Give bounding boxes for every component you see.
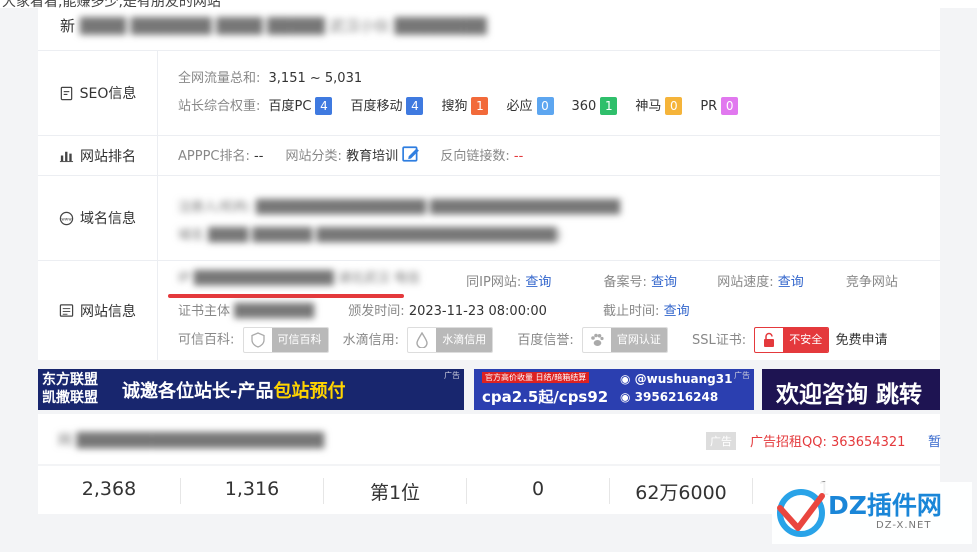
weight-item: 百度PC 4 — [268, 97, 333, 115]
domain-row: www 域名信息 注册人/机构: █████████████████ █████… — [38, 175, 940, 260]
issue-value: 2023-11-23 08:00:00 — [408, 304, 547, 319]
registrant-line: 注册人/机构: █████████████████ ██████████████… — [178, 200, 620, 215]
unlocked-icon — [764, 332, 775, 347]
stat-value: 62万6000 — [635, 482, 727, 504]
banner-1-brand: 东方联盟 凯撒联盟 — [42, 372, 98, 406]
paw-icon — [591, 333, 604, 346]
weight-item: 必应 0 — [506, 97, 554, 115]
dz-logo-icon — [777, 489, 825, 537]
site-row: 网站信息 IP ██████████████ 湖北武汉 电信 同IP网站: 查询… — [38, 260, 940, 360]
weight-badge[interactable]: 0 — [665, 97, 683, 115]
weight-name: 搜狗 — [441, 99, 468, 114]
ssl-badge[interactable]: 不安全 — [754, 327, 830, 353]
stat-value: 0 — [531, 478, 545, 500]
weight-name: 神马 — [635, 99, 662, 114]
weight-item: PR 0 — [700, 97, 739, 115]
ad-tag: 广告 — [706, 432, 736, 450]
red-underline — [168, 294, 404, 298]
bar-chart-icon — [59, 151, 74, 163]
ip-line: IP ██████████████ 湖北武汉 电信 同IP网站: 查询 备案号:… — [178, 271, 898, 290]
weight-badge[interactable]: 4 — [406, 97, 424, 115]
weight-badge[interactable]: 4 — [315, 97, 333, 115]
weight-name: 360 — [571, 99, 597, 114]
top-text-strip: 大家看看,能赚多少,是有朋友的网站 — [0, 0, 977, 8]
weight-item: 360 1 — [571, 97, 618, 115]
traffic-value: 3,151 ~ 5,031 — [268, 71, 363, 86]
weight-badge[interactable]: 1 — [471, 97, 489, 115]
rank-label: 网站排名 — [38, 136, 158, 175]
banner-ad-3[interactable]: 欢迎咨询 跳转 — [762, 369, 940, 410]
www-globe-icon: www — [59, 211, 74, 225]
water-drop-icon — [416, 332, 428, 348]
baike-badge[interactable]: 可信百科 — [242, 327, 329, 353]
weight-badge[interactable]: 0 — [536, 97, 554, 115]
edit-icon[interactable] — [402, 145, 420, 167]
svg-text:www: www — [61, 216, 72, 221]
stat-value: 2,368 — [81, 478, 137, 500]
site-info-card: 新 ████ ███████ ████ █████ 武汉小伙 ████████ … — [38, 8, 940, 360]
banner-ad-2[interactable]: 官方高价收量 日结/暗箱结算 cpa2.5起/cps92 ◉ @wushuang… — [474, 369, 754, 410]
traffic-line: 全网流量总和: 3,151 ~ 5,031 — [178, 71, 363, 86]
list-icon — [59, 304, 74, 317]
category-value: 教育培训 — [346, 149, 399, 164]
ad-extra: 暂 — [928, 435, 942, 450]
top-text: 大家看看,能赚多少,是有朋友的网站 — [2, 0, 221, 8]
cert-line: 证书主体 ████████ 颁发时间: 2023-11-23 08:00:00 … — [178, 304, 690, 319]
weight-item: 搜狗 1 — [441, 97, 489, 115]
rank-row: 网站排名 APPPC排名: -- 网站分类: 教育培训 反向链接数: -- — [38, 135, 940, 175]
speed-query-link[interactable]: 查询 — [778, 275, 804, 290]
baidu-badge[interactable]: 官网认证 — [581, 327, 668, 353]
stat-value: 第1位 — [369, 482, 421, 504]
banner-2-ad-tag: 广告 — [734, 371, 750, 380]
same-ip-query-link[interactable]: 查询 — [525, 275, 551, 290]
ad-blur-text: 网 ███████████████████████ — [58, 433, 325, 449]
shuidi-badge[interactable]: 水滴信用 — [407, 327, 494, 353]
site-label: 网站信息 — [38, 261, 158, 360]
rank-line: APPPC排名: -- 网站分类: 教育培训 反向链接数: -- — [178, 145, 523, 167]
weight-name: 百度PC — [268, 99, 312, 114]
icp-query-link[interactable]: 查询 — [651, 275, 677, 290]
banner-1-slogan: 诚邀各位站长-产品包站预付 — [122, 381, 346, 402]
weight-badge[interactable]: 0 — [721, 97, 739, 115]
at-icon: ◉ — [620, 372, 631, 386]
seo-label: SEO信息 — [38, 51, 158, 135]
qq-icon: ◉ — [620, 390, 631, 404]
weight-name: 必应 — [506, 99, 533, 114]
domain-label: www 域名信息 — [38, 176, 158, 260]
ad-text-row: 网 ███████████████████████ 广告 广告招租QQ: 363… — [38, 414, 942, 464]
weights-line: 站长综合权重: 百度PC 4 百度移动 4 搜狗 1 必应 0 360 1 神马 0 PR 0 — [178, 95, 756, 115]
document-icon — [60, 86, 72, 100]
banner-ad-1[interactable]: 东方联盟 凯撒联盟 诚邀各位站长-产品包站预付 广告 — [38, 369, 464, 410]
trust-line: 可信百科: 可信百科 水滴信用: 水滴信用 百度信誉: 官网认证 SSL证书: … — [178, 327, 887, 353]
expire-query-link[interactable]: 查询 — [664, 304, 690, 319]
ad-contact[interactable]: 广告招租QQ: 363654321 — [750, 431, 905, 450]
weight-item: 百度移动 4 — [350, 97, 424, 115]
watermark: DZ插件网 DZ-X.NET — [772, 482, 972, 544]
weight-item: 神马 0 — [635, 97, 683, 115]
shield-icon — [250, 332, 265, 348]
stat-value: 1,316 — [224, 478, 280, 500]
weight-badge[interactable]: 1 — [600, 97, 618, 115]
ssl-apply-link[interactable]: 免费申请 — [835, 333, 887, 348]
domain-date-line: 域名 ████ ██████ ████████████████████████) — [178, 228, 562, 243]
banner-1-ad-tag: 广告 — [444, 371, 460, 380]
site-title: 新 ████ ███████ ████ █████ 武汉小伙 ████████ — [60, 17, 487, 35]
weight-name: PR — [700, 99, 718, 114]
seo-row: SEO信息 全网流量总和: 3,151 ~ 5,031 站长综合权重: 百度PC… — [38, 50, 940, 135]
weight-name: 百度移动 — [350, 99, 403, 114]
